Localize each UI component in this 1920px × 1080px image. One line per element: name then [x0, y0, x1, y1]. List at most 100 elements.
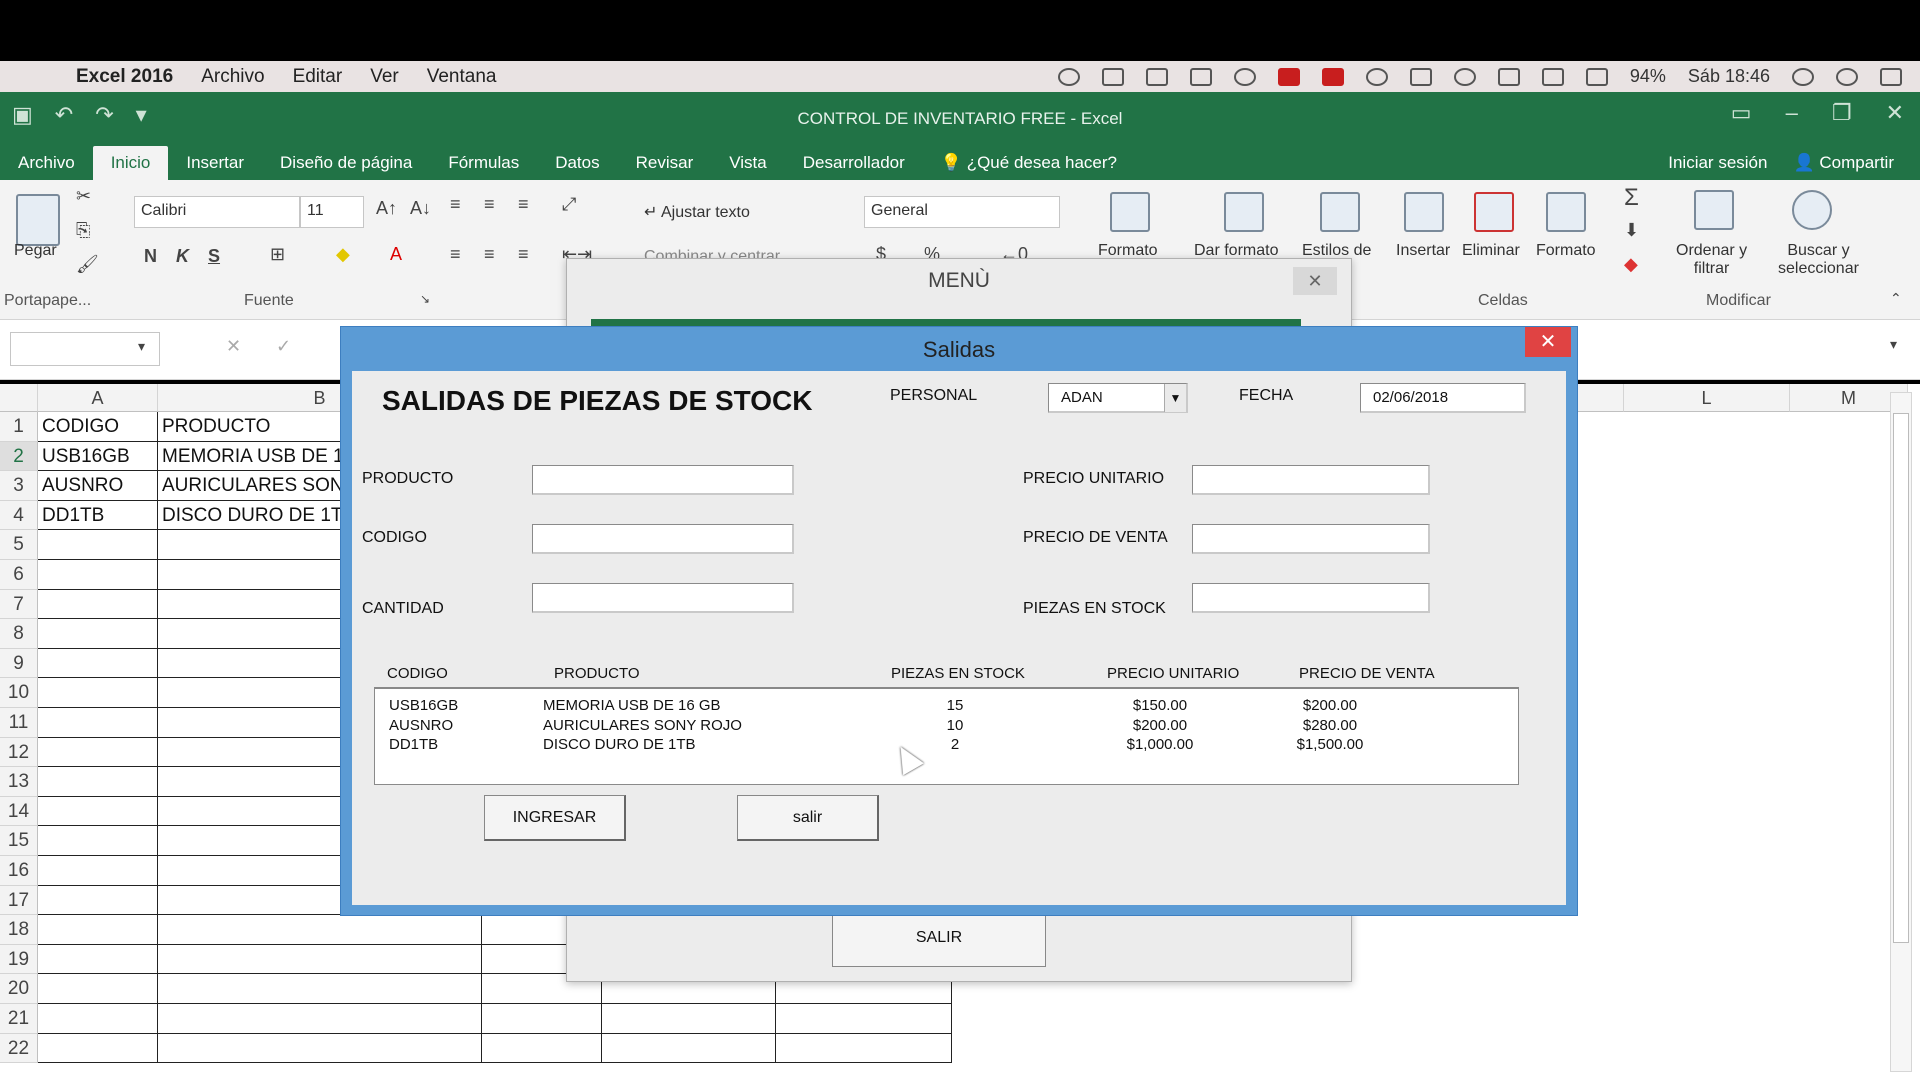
- piezas-stock-input[interactable]: [1192, 583, 1430, 613]
- list-cell[interactable]: $1,000.00: [1075, 736, 1245, 753]
- ingresar-button[interactable]: INGRESAR: [484, 795, 626, 841]
- menu-editar[interactable]: Editar: [293, 66, 343, 88]
- find-select-button[interactable]: Buscar y seleccionar: [1778, 242, 1859, 278]
- wifi-icon[interactable]: [1541, 67, 1564, 86]
- cell-a[interactable]: [38, 856, 158, 886]
- cell-a[interactable]: [38, 944, 158, 975]
- row-header[interactable]: 4: [0, 500, 38, 531]
- codigo-input[interactable]: [532, 524, 794, 554]
- list-cell[interactable]: AUSNRO: [389, 717, 529, 734]
- cell-a[interactable]: [38, 648, 158, 679]
- sort-filter-icon[interactable]: [1694, 190, 1734, 230]
- row-header[interactable]: 13: [0, 767, 38, 797]
- cell-a[interactable]: [38, 1004, 158, 1034]
- row-header[interactable]: 1: [0, 412, 38, 442]
- orientation-icon[interactable]: ⤢: [562, 194, 576, 215]
- row-header[interactable]: 16: [0, 856, 38, 886]
- cell-row-21-2[interactable]: [776, 1004, 952, 1034]
- dialog-close-button[interactable]: ✕: [1525, 327, 1571, 357]
- cell-b[interactable]: [158, 944, 482, 975]
- cell-b[interactable]: [158, 915, 482, 945]
- insert-cells-label[interactable]: Insertar: [1396, 242, 1450, 260]
- menu-ventana[interactable]: Ventana: [427, 66, 497, 88]
- cell-a[interactable]: [38, 796, 158, 827]
- cell-a[interactable]: [38, 737, 158, 768]
- tell-me-search[interactable]: 💡 ¿Qué desea hacer?: [923, 146, 1135, 180]
- menu-ver[interactable]: Ver: [370, 66, 399, 88]
- cell-a[interactable]: [38, 767, 158, 797]
- find-select-icon[interactable]: [1792, 190, 1832, 230]
- fecha-input[interactable]: 02/06/2018: [1360, 383, 1526, 413]
- cell-a[interactable]: [38, 885, 158, 916]
- combo-dropdown-icon[interactable]: ▼: [1164, 384, 1186, 412]
- list-cell[interactable]: $280.00: [1245, 717, 1415, 734]
- personal-combo[interactable]: ADAN ▼: [1048, 383, 1188, 413]
- list-cell[interactable]: $200.00: [1075, 717, 1245, 734]
- list-cell[interactable]: $1,500.00: [1245, 736, 1415, 753]
- tab-desarrollador[interactable]: Desarrollador: [785, 146, 923, 180]
- cell-a[interactable]: CODIGO: [38, 412, 158, 442]
- list-cell[interactable]: DISCO DURO DE 1TB: [543, 736, 923, 753]
- row-header[interactable]: 2: [0, 441, 38, 472]
- app-menu[interactable]: Excel 2016: [76, 66, 173, 88]
- menu-form-close-button[interactable]: ✕: [1293, 267, 1337, 295]
- paste-icon[interactable]: [16, 194, 60, 246]
- row-header[interactable]: 20: [0, 974, 38, 1004]
- delete-cells-icon[interactable]: [1474, 192, 1514, 232]
- row-header[interactable]: 15: [0, 826, 38, 856]
- producto-input[interactable]: [532, 465, 794, 495]
- dropbox-icon[interactable]: [1233, 67, 1256, 86]
- list-cell[interactable]: $150.00: [1075, 697, 1245, 714]
- conditional-format-icon[interactable]: [1110, 192, 1150, 232]
- cell-a[interactable]: [38, 1033, 158, 1064]
- close-window-icon[interactable]: ✕: [1886, 100, 1904, 126]
- cell-row-21-0[interactable]: [482, 1004, 602, 1034]
- name-box-dropdown-icon[interactable]: ▾: [138, 338, 145, 355]
- list-cell[interactable]: MEMORIA USB DE 16 GB: [543, 697, 923, 714]
- cell-b[interactable]: [158, 974, 482, 1004]
- italic-button[interactable]: K: [176, 246, 189, 267]
- minimize-icon[interactable]: –: [1786, 100, 1798, 126]
- tab-datos[interactable]: Datos: [537, 146, 617, 180]
- time-machine-icon[interactable]: [1409, 67, 1432, 86]
- autosum-icon[interactable]: Σ: [1624, 184, 1639, 212]
- precio-venta-input[interactable]: [1192, 524, 1430, 554]
- cell-row-22-2[interactable]: [776, 1033, 952, 1064]
- apple-icon[interactable]: [30, 65, 54, 89]
- enter-formula-icon[interactable]: ✓: [276, 336, 291, 357]
- delete-cells-label[interactable]: Eliminar: [1462, 242, 1520, 260]
- cell-a[interactable]: [38, 560, 158, 590]
- bold-button[interactable]: N: [144, 246, 157, 267]
- format-cells-label[interactable]: Formato: [1536, 242, 1596, 260]
- cell-a[interactable]: [38, 678, 158, 708]
- underline-button[interactable]: S: [208, 246, 220, 267]
- battery-percent[interactable]: 94%: [1630, 66, 1666, 87]
- cell-a[interactable]: [38, 708, 158, 738]
- cell-a[interactable]: [38, 619, 158, 649]
- clear-icon[interactable]: ◆: [1624, 254, 1638, 275]
- list-cell[interactable]: DD1TB: [389, 736, 529, 753]
- cantidad-input[interactable]: [532, 583, 794, 613]
- tab-vista[interactable]: Vista: [711, 146, 785, 180]
- font-size-combo[interactable]: 11: [300, 196, 364, 228]
- clock-text[interactable]: Sáb 18:46: [1688, 66, 1770, 87]
- cell-a[interactable]: USB16GB: [38, 441, 158, 472]
- cell-a[interactable]: DD1TB: [38, 500, 158, 531]
- row-header[interactable]: 8: [0, 619, 38, 649]
- column-header-l[interactable]: L: [1624, 384, 1790, 412]
- wrap-text-button[interactable]: ↵ Ajustar texto: [644, 202, 750, 222]
- stock-listbox[interactable]: USB16GB MEMORIA USB DE 16 GB 15 $150.00 $200…: [374, 687, 1519, 785]
- tab-diseno[interactable]: Diseño de página: [262, 146, 430, 180]
- align-middle-icon[interactable]: ≡: [484, 194, 495, 215]
- cell-a[interactable]: AUSNRO: [38, 471, 158, 501]
- bluetooth-icon[interactable]: [1497, 67, 1520, 86]
- row-header[interactable]: 19: [0, 944, 38, 975]
- list-cell[interactable]: 2: [935, 736, 975, 753]
- share-button[interactable]: 👤 Compartir: [1793, 146, 1894, 180]
- pause-icon[interactable]: [1321, 67, 1344, 86]
- align-center-icon[interactable]: ≡: [484, 244, 495, 265]
- airplay-icon[interactable]: [1585, 67, 1608, 86]
- creative-cloud-icon[interactable]: [1365, 67, 1388, 86]
- record-icon[interactable]: [1277, 67, 1300, 86]
- fill-color-icon[interactable]: ◆: [336, 244, 350, 265]
